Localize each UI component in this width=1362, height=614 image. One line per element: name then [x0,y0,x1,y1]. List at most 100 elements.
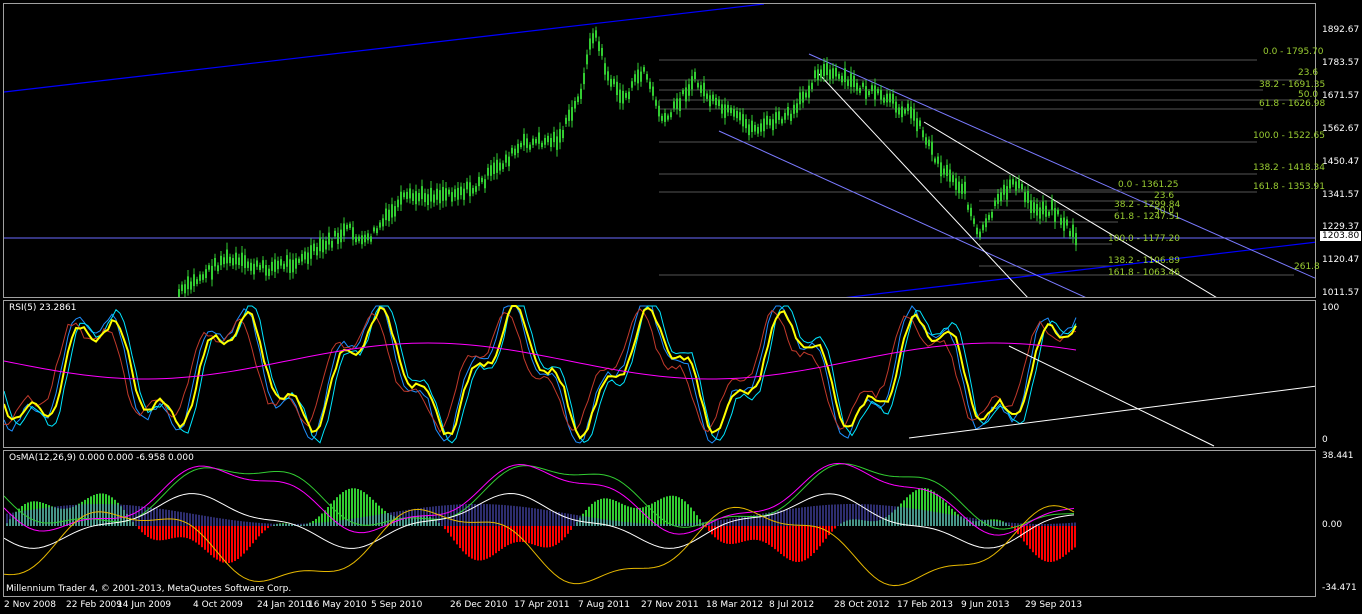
candle-body [679,98,681,111]
osma-bar-negative [162,526,164,541]
candle-body [925,137,927,145]
candle-body [625,92,627,98]
candle-body [577,96,579,103]
candle-body [253,263,255,275]
candle-body [889,93,891,103]
osma-bar-negative [237,526,239,560]
candle-body [652,86,654,96]
candle-body [1012,179,1014,185]
candle-body [811,82,813,90]
time-label: 18 Mar 2012 [706,600,764,610]
price-scale-label: 1892.67 [1322,25,1360,35]
candle-body [973,218,975,224]
price-scale-label: 1671.57 [1322,91,1360,101]
candle-body [691,76,693,90]
candle-body [724,104,726,118]
rsi-indicator-pane[interactable]: RSI(5) 23.2861 [3,300,1316,448]
candle-body [748,124,750,136]
candle-body [601,47,603,56]
channel-line [818,73,1028,297]
candle-body [979,231,981,238]
candle-body [235,252,237,265]
candle-body [283,263,285,270]
osma-bar-negative [831,526,833,532]
candle-body [730,107,732,114]
fib-label: 23.6 [1298,68,1319,78]
candle-body [700,85,702,93]
candle-body [322,239,324,253]
osma-bar-negative [258,526,260,537]
osma-bar-negative [1041,526,1043,560]
candle-body [832,68,834,79]
fib-label: 161.8 - 1353.91 [1253,182,1325,192]
rsi-label: RSI(5) 23.2861 [9,303,77,313]
trendline [845,241,1315,297]
candle-body [988,214,990,220]
candle-body [664,113,666,122]
osma-bar-negative [747,526,749,541]
candle-body [517,143,519,153]
candle-body [799,92,801,105]
candle-body [916,118,918,132]
candle-body [430,187,432,202]
osma-bar-negative [561,526,563,541]
candle-body [481,177,483,183]
osma-bar-negative [504,526,506,547]
osma-bar-negative [264,526,266,531]
osma-bar-negative [813,526,815,554]
candle-body [241,252,243,266]
candle-body [217,265,219,272]
osma-scale-label: 38.441 [1322,451,1354,461]
candle-body [1057,209,1059,215]
candle-body [502,163,504,170]
candle-body [313,243,315,252]
candle-body [895,101,897,113]
time-label: 2 Nov 2008 [4,600,56,610]
candle-body [622,90,624,104]
candle-body [853,75,855,88]
candle-body [463,188,465,200]
candle-body [394,206,396,217]
osma-bar-negative [234,526,236,561]
osma-bar-negative [507,526,509,546]
candle-body [547,135,549,143]
candle-body [592,33,594,44]
osma-indicator-pane[interactable]: OsMA(12,26,9) 0.000 0.000 -6.958 0.000 [3,450,1316,597]
candle-body [829,69,831,80]
osma-bar-negative [768,526,770,545]
candle-body [1051,199,1053,211]
candle-body [574,100,576,109]
candle-body [424,193,426,203]
osma-bar-negative [144,526,146,535]
candle-body [229,256,231,264]
candle-body [493,162,495,175]
candle-body [943,168,945,175]
price-chart-pane[interactable] [3,3,1316,298]
time-label: 14 Jun 2009 [117,600,172,610]
candle-body [439,190,441,204]
candle-body [952,175,954,183]
candle-body [859,87,861,93]
candle-body [319,237,321,252]
osma-bar-negative [153,526,155,540]
osma-bar-negative [723,526,725,543]
candle-body [814,70,816,79]
candle-body [823,64,825,76]
candle-body [208,265,210,270]
candle-body [868,91,870,96]
candle-body [745,119,747,129]
candle-body [1075,233,1077,246]
time-label: 5 Sep 2010 [371,600,423,610]
price-scale-label: 1120.47 [1322,255,1360,265]
candle-body [985,218,987,228]
osma-bar-negative [174,526,176,538]
candle-body [568,109,570,121]
osma-bar-positive [675,496,677,526]
osma-bar-negative [780,526,782,555]
candle-body [274,259,276,272]
osma-bar-negative [444,526,446,530]
candle-body [316,246,318,256]
osma-bar-negative [225,526,227,564]
candle-body [1000,192,1002,202]
candle-body [766,115,768,125]
